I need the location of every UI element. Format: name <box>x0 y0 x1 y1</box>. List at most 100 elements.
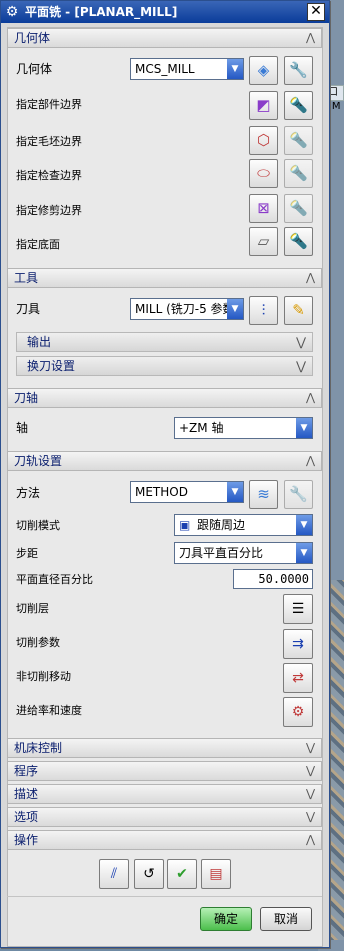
flashlight-icon: 🔦 <box>289 232 308 250</box>
chevron-up-icon: ⋀ <box>305 271 315 284</box>
subsection-output-header[interactable]: 输出 ⋁ <box>16 332 313 352</box>
generate-button[interactable]: ⫽ <box>99 859 129 889</box>
title-bar[interactable]: ⚙ 平面铣 - [PLANAR_MILL] ✕ <box>1 1 329 23</box>
blank-boundary-label: 指定毛坯边界 <box>16 135 82 148</box>
display-trim-boundary-button[interactable]: 🔦 <box>284 194 313 223</box>
section-geometry-header[interactable]: 几何体 ⋀ <box>7 28 322 48</box>
new-method-button[interactable]: ≋ <box>249 480 278 509</box>
verify-button[interactable]: ✔ <box>167 859 197 889</box>
gear-icon: ⚙ <box>5 4 19 20</box>
new-method-icon: ≋ <box>257 485 270 503</box>
subsection-title: 换刀设置 <box>27 359 76 373</box>
specify-blank-boundary-button[interactable]: ⬡ <box>249 126 278 155</box>
non-cutting-button[interactable]: ⇄ <box>283 663 313 693</box>
edit-tool-button[interactable]: ✎ <box>284 296 313 325</box>
specify-part-boundary-button[interactable]: ◩ <box>249 91 278 120</box>
section-tool-header[interactable]: 工具 ⋀ <box>7 268 322 288</box>
section-options-header[interactable]: 选项 ⋁ <box>7 807 322 827</box>
ok-button[interactable]: 确定 <box>200 907 252 931</box>
follow-periphery-icon: ▣ <box>179 518 191 532</box>
check-boundary-icon: ⬭ <box>257 164 270 182</box>
section-program-header[interactable]: 程序 ⋁ <box>7 761 322 781</box>
geometry-value: MCS_MILL <box>135 62 195 76</box>
feeds-speeds-label: 进给率和速度 <box>16 704 82 717</box>
edit-method-button[interactable]: 🔧 <box>284 480 313 509</box>
axis-select[interactable]: +ZM 轴 ▼ <box>174 417 313 439</box>
section-machine-control-header[interactable]: 机床控制 ⋁ <box>7 738 322 758</box>
edit-geometry-button[interactable]: 🔧 <box>284 56 313 85</box>
section-title: 几何体 <box>14 31 51 45</box>
subsection-tool-change-header[interactable]: 换刀设置 ⋁ <box>16 356 313 376</box>
geometry-label: 几何体 <box>16 62 53 76</box>
section-path-settings-header[interactable]: 刀轨设置 ⋀ <box>7 451 322 471</box>
planar-mill-dialog: ⚙ 平面铣 - [PLANAR_MILL] ✕ 几何体 ⋀ 几何体 MCS_MIL… <box>0 0 330 948</box>
feeds-speeds-button[interactable]: ⚙ <box>283 697 313 727</box>
generate-path-icon: ⫽ <box>110 866 118 882</box>
geometry-select[interactable]: MCS_MILL ▼ <box>130 58 244 80</box>
cut-pattern-select[interactable]: ▣ 跟随周边 ▼ <box>174 514 313 536</box>
chevron-up-icon: ⋀ <box>305 833 315 846</box>
tool-select[interactable]: MILL (铣刀-5 参数 ▼ <box>130 298 244 320</box>
section-title: 操作 <box>14 833 39 847</box>
new-geometry-button[interactable]: ◈ <box>249 56 278 85</box>
chevron-up-icon: ⋀ <box>305 31 315 44</box>
chevron-down-icon: ⋁ <box>305 741 315 754</box>
chevron-up-icon: ⋀ <box>305 454 315 467</box>
axis-value: +ZM 轴 <box>179 421 224 435</box>
wrench-icon: 🔧 <box>289 61 308 79</box>
section-title: 选项 <box>14 810 39 824</box>
chevron-down-icon: ⋁ <box>305 787 315 800</box>
section-description-header[interactable]: 描述 ⋁ <box>7 784 322 804</box>
method-label: 方法 <box>16 486 41 500</box>
section-title: 描述 <box>14 787 39 801</box>
list-icon: ▤ <box>209 866 223 882</box>
close-button[interactable]: ✕ <box>307 3 325 21</box>
specify-check-boundary-button[interactable]: ⬭ <box>249 159 278 188</box>
section-axis-header[interactable]: 刀轴 ⋀ <box>7 388 322 408</box>
divider <box>7 896 322 897</box>
display-floor-button[interactable]: 🔦 <box>284 227 313 256</box>
window-title: 平面铣 - [PLANAR_MILL] <box>25 5 178 19</box>
cut-params-button[interactable]: ⇉ <box>283 629 313 659</box>
blank-boundary-icon: ⬡ <box>256 131 271 149</box>
cancel-button[interactable]: 取消 <box>260 907 312 931</box>
part-boundary-icon: ◩ <box>256 96 271 114</box>
stepover-select[interactable]: 刀具平直百分比 ▼ <box>174 542 313 564</box>
specify-trim-boundary-button[interactable]: ⊠ <box>249 194 278 223</box>
section-actions-header[interactable]: 操作 ⋀ <box>7 830 322 850</box>
new-tool-button[interactable]: ⫶ <box>249 296 278 325</box>
method-value: METHOD <box>135 485 188 499</box>
flashlight-disabled-icon: 🔦 <box>289 199 308 217</box>
floor-label: 指定底面 <box>16 238 60 251</box>
cut-levels-button[interactable]: ☰ <box>283 594 313 624</box>
chevron-down-icon: ⋁ <box>296 359 306 373</box>
section-title: 程序 <box>14 764 39 778</box>
list-button[interactable]: ▤ <box>201 859 231 889</box>
edit-tool-icon: ✎ <box>292 301 305 319</box>
tool-value: MILL (铣刀-5 参数 <box>135 302 235 316</box>
wrench-disabled-icon: 🔧 <box>289 485 308 503</box>
chevron-down-icon: ⋁ <box>305 764 315 777</box>
section-title: 刀轴 <box>14 391 39 405</box>
section-title: 刀轨设置 <box>14 454 63 468</box>
axis-label: 轴 <box>16 421 29 435</box>
method-select[interactable]: METHOD ▼ <box>130 481 244 503</box>
subsection-title: 输出 <box>27 335 52 349</box>
check-boundary-label: 指定检查边界 <box>16 169 82 182</box>
chevron-down-icon: ⋁ <box>296 335 306 349</box>
replay-icon: ↺ <box>143 866 155 882</box>
specify-floor-button[interactable]: ▱ <box>249 227 278 256</box>
flat-diameter-input[interactable]: 50.0000 <box>233 569 313 589</box>
non-cutting-moves-icon: ⇄ <box>292 670 304 686</box>
display-part-boundary-button[interactable]: 🔦 <box>284 91 313 120</box>
dropdown-arrow-icon: ▼ <box>296 543 312 563</box>
new-geometry-icon: ◈ <box>257 61 270 79</box>
cut-levels-icon: ☰ <box>291 601 305 617</box>
dropdown-arrow-icon: ▼ <box>227 299 243 319</box>
replay-button[interactable]: ↺ <box>134 859 164 889</box>
display-check-boundary-button[interactable]: 🔦 <box>284 159 313 188</box>
flat-diameter-label: 平面直径百分比 <box>16 573 93 586</box>
display-blank-boundary-button[interactable]: 🔦 <box>284 126 313 155</box>
trim-boundary-label: 指定修剪边界 <box>16 204 82 217</box>
tool-label: 刀具 <box>16 302 41 316</box>
